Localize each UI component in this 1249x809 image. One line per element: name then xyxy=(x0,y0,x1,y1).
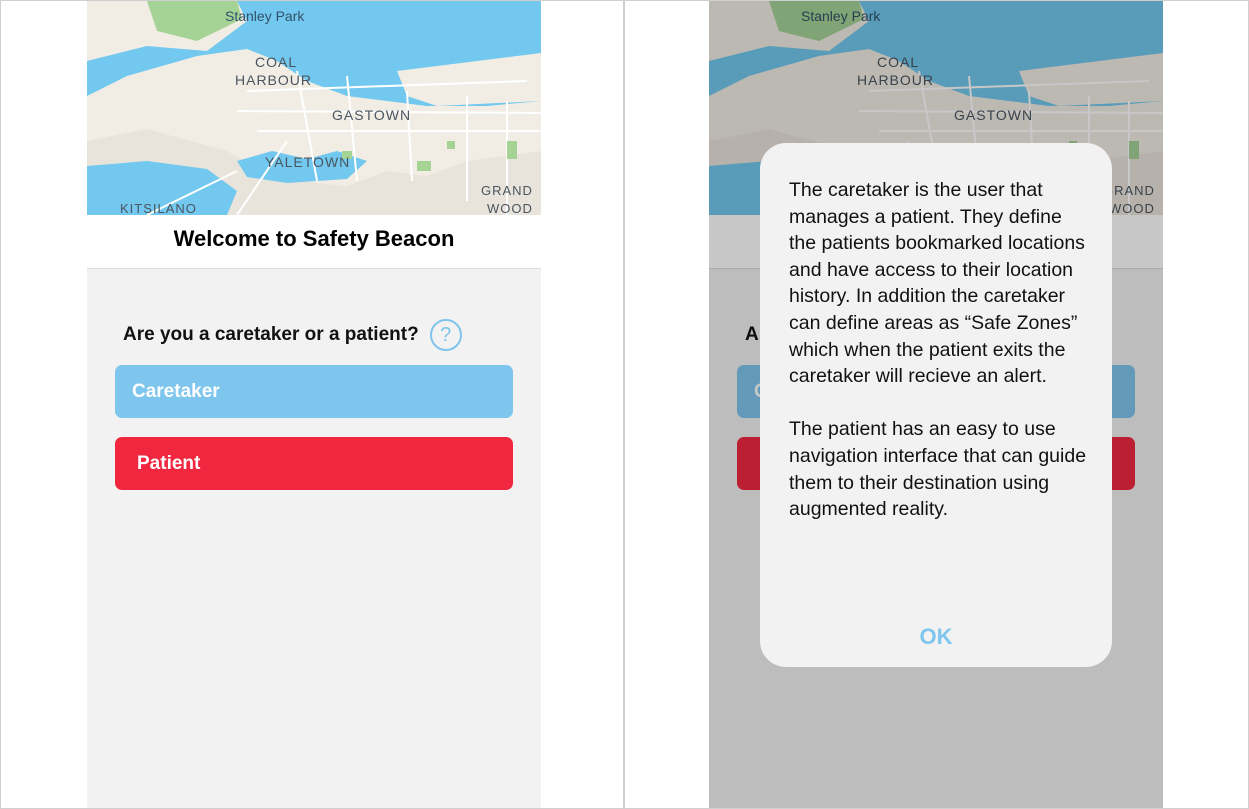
welcome-screen-with-alert: Stanley Park COAL HARBOUR GASTOWN GRAND … xyxy=(709,1,1163,808)
map-label-harbour: HARBOUR xyxy=(235,72,312,88)
map-label-gastown: GASTOWN xyxy=(332,107,411,123)
map-graphic: Stanley Park COAL HARBOUR GASTOWN YALETO… xyxy=(87,1,541,215)
question-circle-icon[interactable]: ? xyxy=(429,319,462,351)
map-label-grand: GRAND xyxy=(481,183,533,198)
map-label-stanley-park: Stanley Park xyxy=(225,8,305,24)
info-alert-dialog: The caretaker is the user that manages a… xyxy=(760,143,1112,667)
alert-message: The caretaker is the user that manages a… xyxy=(789,179,1087,521)
patient-button[interactable]: Patient xyxy=(115,437,513,490)
map-view[interactable]: Stanley Park COAL HARBOUR GASTOWN YALETO… xyxy=(87,1,541,215)
right-screenshot-panel: Stanley Park COAL HARBOUR GASTOWN GRAND … xyxy=(624,0,1249,809)
caretaker-button[interactable]: Caretaker xyxy=(115,365,513,418)
role-question-text: Are you a caretaker or a patient? xyxy=(123,324,419,345)
left-screenshot-panel: Stanley Park COAL HARBOUR GASTOWN YALETO… xyxy=(0,0,624,809)
title-bar: Welcome to Safety Beacon xyxy=(87,215,541,269)
map-label-coal: COAL xyxy=(255,54,297,70)
role-question: Are you a caretaker or a patient? ? xyxy=(123,319,462,351)
map-label-yaletown: YALETOWN xyxy=(265,154,350,170)
ok-button[interactable]: OK xyxy=(760,613,1112,661)
map-label-wood: WOOD xyxy=(487,201,533,215)
page-title: Welcome to Safety Beacon xyxy=(173,225,455,251)
map-label-kitsilano: KITSILANO xyxy=(120,201,197,215)
welcome-screen: Stanley Park COAL HARBOUR GASTOWN YALETO… xyxy=(87,1,541,808)
